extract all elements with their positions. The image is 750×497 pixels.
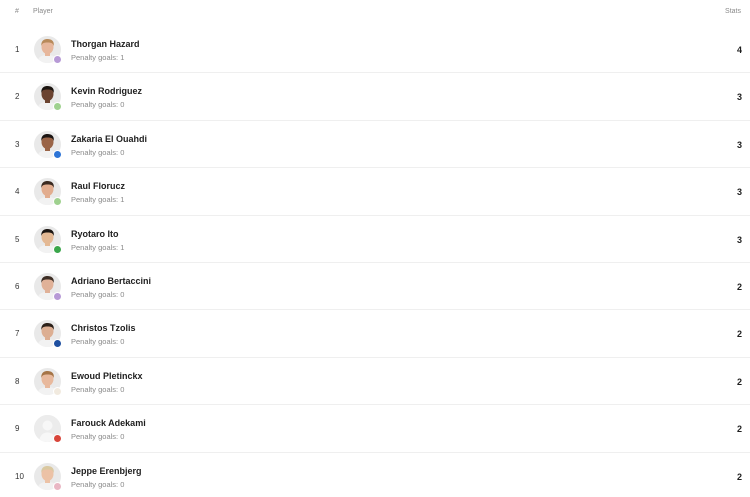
player-avatar — [34, 462, 62, 491]
club-badge-icon — [53, 386, 62, 396]
player-row[interactable]: 7 Christos Tzolis Penalty goals: 0 2 — [0, 310, 750, 358]
club-badge-icon — [53, 291, 62, 301]
player-row[interactable]: 3 Zakaria El Ouahdi Penalty goals: 0 3 — [0, 121, 750, 169]
rank-number: 2 — [15, 92, 20, 102]
player-row[interactable]: 4 Raul Florucz Penalty goals: 1 3 — [0, 168, 750, 216]
stat-value: 2 — [736, 281, 742, 292]
stat-value: 3 — [736, 187, 742, 198]
club-badge-icon — [53, 434, 62, 444]
club-badge-icon — [53, 55, 62, 64]
club-badge-icon — [53, 339, 62, 349]
stat-value: 3 — [736, 234, 742, 245]
player-name: Christos Tzolis — [71, 323, 136, 334]
player-name: Adriano Bertaccini — [71, 275, 152, 286]
player-column-header: Player — [33, 8, 53, 15]
penalty-goals-text: Penalty goals: 1 — [71, 53, 125, 62]
stat-value: 2 — [736, 471, 742, 482]
club-badge-icon — [53, 102, 62, 112]
penalty-goals-text: Penalty goals: 1 — [71, 242, 125, 252]
player-name: Raul Florucz — [71, 181, 126, 192]
rank-number: 4 — [15, 187, 20, 197]
player-avatar — [34, 130, 62, 159]
rank-number: 6 — [15, 281, 20, 291]
player-name: Ryotaro Ito — [71, 228, 119, 239]
club-badge-icon — [53, 244, 62, 254]
player-row[interactable]: 1 Thorgan Hazard Penalty goals: 1 4 — [0, 26, 750, 74]
rank-number: 7 — [15, 329, 20, 339]
player-row[interactable]: 6 Adriano Bertaccini Penalty goals: 0 2 — [0, 263, 750, 311]
player-row[interactable]: 9 Farouck Adekami Penalty goals: 0 2 — [0, 405, 750, 453]
player-avatar — [34, 225, 62, 254]
player-list: 1 Thorgan Hazard Penalty goals: 1 4 2 Ke… — [0, 26, 750, 497]
stat-value: 2 — [736, 329, 742, 340]
player-avatar — [34, 367, 62, 396]
stat-value: 4 — [736, 45, 742, 55]
stat-value: 2 — [736, 376, 742, 387]
stat-value: 2 — [736, 424, 742, 435]
penalty-goals-text: Penalty goals: 0 — [71, 479, 125, 489]
player-name: Zakaria El Ouahdi — [71, 133, 148, 144]
penalty-goals-text: Penalty goals: 0 — [71, 337, 125, 347]
rank-number: 8 — [15, 376, 20, 386]
player-name: Kevin Rodriguez — [71, 86, 143, 97]
stat-value: 3 — [736, 139, 742, 150]
rank-number: 1 — [15, 45, 20, 54]
player-row[interactable]: 5 Ryotaro Ito Penalty goals: 1 3 — [0, 216, 750, 263]
rank-number: 9 — [15, 424, 20, 434]
player-row[interactable]: 8 Ewoud Pletinckx Penalty goals: 0 2 — [0, 358, 750, 406]
penalty-goals-text: Penalty goals: 0 — [71, 289, 125, 299]
player-avatar — [34, 415, 62, 444]
player-avatar — [34, 83, 62, 112]
penalty-goals-text: Penalty goals: 0 — [71, 100, 125, 110]
player-name: Ewoud Pletinckx — [71, 370, 143, 381]
player-avatar — [34, 36, 62, 64]
stat-value: 3 — [736, 92, 742, 103]
stats-column-header: Stats — [725, 8, 741, 15]
player-avatar — [34, 178, 62, 207]
penalty-goals-text: Penalty goals: 0 — [71, 147, 125, 157]
rank-column-header: # — [15, 8, 19, 15]
rank-number: 5 — [15, 234, 20, 244]
player-name: Thorgan Hazard — [71, 39, 140, 49]
club-badge-icon — [53, 149, 62, 159]
penalty-goals-text: Penalty goals: 0 — [71, 384, 125, 394]
player-row[interactable]: 10 Jeppe Erenbjerg Penalty goals: 0 2 — [0, 453, 750, 497]
club-badge-icon — [53, 481, 62, 491]
player-name: Jeppe Erenbjerg — [71, 465, 142, 476]
player-name: Farouck Adekami — [71, 418, 146, 429]
rank-number: 3 — [15, 139, 20, 149]
rank-number: 10 — [15, 471, 24, 481]
player-avatar — [34, 272, 62, 301]
penalty-goals-text: Penalty goals: 0 — [71, 432, 125, 442]
penalty-goals-text: Penalty goals: 1 — [71, 195, 125, 205]
player-row[interactable]: 2 Kevin Rodriguez Penalty goals: 0 3 — [0, 73, 750, 121]
player-avatar — [34, 320, 62, 349]
club-badge-icon — [53, 197, 62, 207]
table-header: # Player Stats — [0, 0, 750, 24]
